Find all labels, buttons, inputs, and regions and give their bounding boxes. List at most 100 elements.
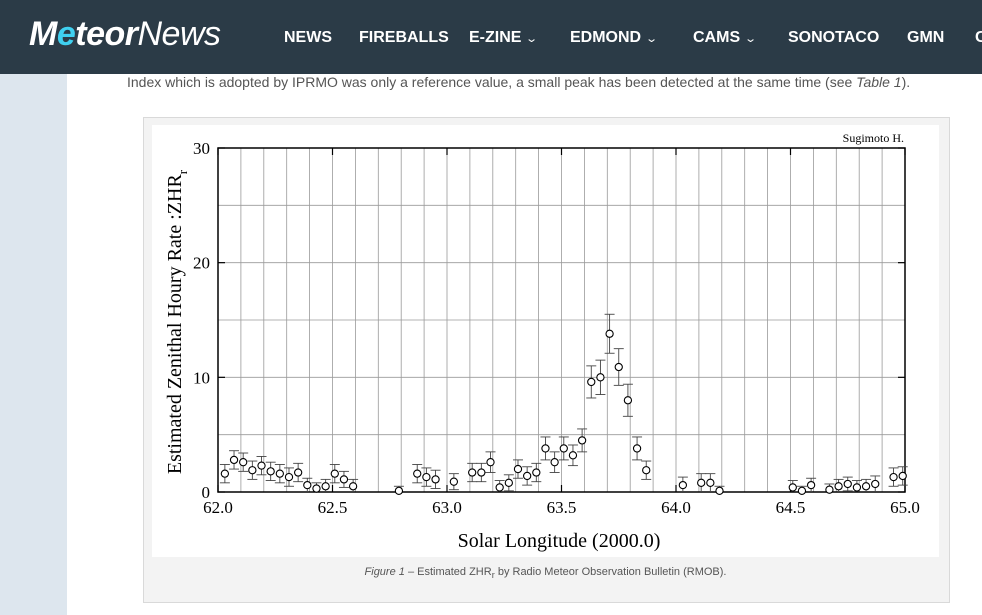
data-point	[705, 473, 716, 492]
data-marker	[632, 444, 642, 453]
site-logo[interactable]: MeteorNews	[29, 15, 221, 54]
nav-news[interactable]: NEWS	[284, 29, 332, 47]
logo-letter-e: e	[56, 15, 76, 53]
nav-overflow-item[interactable]: C	[975, 29, 982, 47]
data-point	[503, 474, 514, 492]
data-marker	[843, 479, 852, 489]
caption-text-end: by Radio Meteor Observation Bulletin (RM…	[494, 566, 727, 578]
nav-fireballs-label: FIREBALLS	[359, 29, 449, 46]
data-marker	[220, 469, 230, 478]
data-marker	[303, 480, 312, 490]
data-point	[476, 462, 487, 483]
data-point	[421, 467, 432, 487]
x-tick-label: 65.0	[890, 498, 920, 517]
data-point	[448, 473, 459, 491]
nav-sonotaco-label: SONOTACO	[788, 29, 880, 46]
data-point	[412, 464, 423, 484]
data-marker	[468, 468, 477, 477]
chevron-down-icon: ⌄	[525, 32, 539, 45]
nav-e-zine-label: E-ZINE	[469, 29, 522, 46]
data-point	[229, 450, 240, 470]
nav-edmond-label: EDMOND	[570, 29, 642, 46]
data-point	[494, 480, 505, 492]
data-marker	[788, 483, 797, 492]
figure-image: 62.0 62.5 63.0 63.5 64.0 64.5 65.0 0 10 20 30 Sugi…	[152, 125, 939, 557]
logo-word-news: News	[137, 15, 221, 53]
chart-annotation: Sugimoto H.	[843, 131, 904, 145]
x-tick-label: 64.5	[776, 498, 806, 517]
data-point	[622, 383, 633, 417]
data-marker	[266, 467, 275, 476]
data-point	[824, 483, 835, 494]
y-tick-label: 30	[193, 139, 210, 158]
nav-cams-label: CAMS	[693, 29, 741, 46]
y-tick-label: 0	[202, 483, 211, 502]
data-marker	[312, 484, 321, 493]
data-point	[796, 485, 807, 496]
data-marker	[239, 458, 248, 467]
nav-gmn[interactable]: GMN	[907, 29, 944, 47]
data-marker	[568, 451, 578, 460]
nav-overflow-label: C	[975, 29, 982, 46]
data-marker	[834, 482, 843, 491]
data-marker	[577, 436, 587, 445]
data-marker	[413, 469, 422, 478]
data-marker	[596, 373, 605, 382]
chevron-down-icon: ⌄	[744, 32, 758, 45]
data-point	[338, 470, 349, 488]
data-marker	[806, 480, 816, 490]
data-marker	[495, 483, 504, 492]
data-point	[861, 478, 872, 492]
data-point	[265, 461, 276, 481]
data-marker	[697, 478, 706, 487]
data-marker	[541, 444, 550, 453]
caption-figure-label: Figure 1	[364, 566, 405, 578]
site-header: MeteorNews NEWS FIREBALLS E-ZINE ⌄ EDMOND…	[0, 0, 982, 74]
x-axis-label: Solar Longitude (2000.0)	[458, 530, 661, 552]
data-marker	[522, 471, 532, 481]
nav-gmn-label: GMN	[907, 29, 945, 46]
data-marker	[642, 466, 651, 475]
data-point	[329, 464, 340, 484]
nav-fireballs[interactable]: FIREBALLS	[359, 29, 449, 47]
nav-edmond[interactable]: EDMOND ⌄	[570, 29, 658, 47]
data-point	[714, 485, 725, 496]
data-point	[293, 462, 304, 483]
data-marker	[284, 472, 294, 482]
data-point	[787, 480, 798, 492]
caption-text: – Estimated ZHR	[404, 566, 492, 578]
data-marker	[394, 486, 404, 496]
data-point	[256, 456, 267, 476]
data-point	[632, 436, 643, 461]
data-point	[467, 462, 478, 483]
data-point	[348, 478, 359, 492]
paragraph-text: Index which is adopted by IPRMO was only…	[127, 74, 857, 90]
nav-cams[interactable]: CAMS ⌄	[693, 29, 758, 47]
paragraph-text-end: ).	[901, 74, 911, 90]
nav-e-zine[interactable]: E-ZINE ⌄	[469, 29, 539, 47]
logo-word-teor: teor	[75, 15, 138, 53]
data-point	[586, 365, 597, 399]
data-point	[595, 359, 606, 395]
data-point	[641, 460, 652, 480]
x-tick-label: 62.5	[318, 498, 348, 517]
data-marker	[330, 469, 339, 478]
x-tick-label: 63.5	[547, 498, 577, 517]
data-marker	[861, 482, 871, 491]
data-marker	[339, 475, 349, 484]
data-marker	[504, 478, 513, 487]
data-marker	[797, 486, 807, 496]
data-marker	[605, 329, 614, 338]
data-marker	[871, 479, 880, 489]
data-point	[302, 477, 313, 492]
data-point	[851, 480, 862, 492]
logo-letter-m: M	[29, 15, 57, 53]
data-point	[833, 478, 844, 492]
data-point	[870, 475, 881, 492]
data-marker	[348, 482, 358, 491]
nav-sonotaco[interactable]: SONOTACO	[788, 29, 879, 47]
data-marker	[422, 472, 431, 482]
table-reference-link[interactable]: Table 1	[856, 74, 901, 90]
page-left-margin	[0, 74, 67, 615]
data-point	[238, 452, 249, 472]
